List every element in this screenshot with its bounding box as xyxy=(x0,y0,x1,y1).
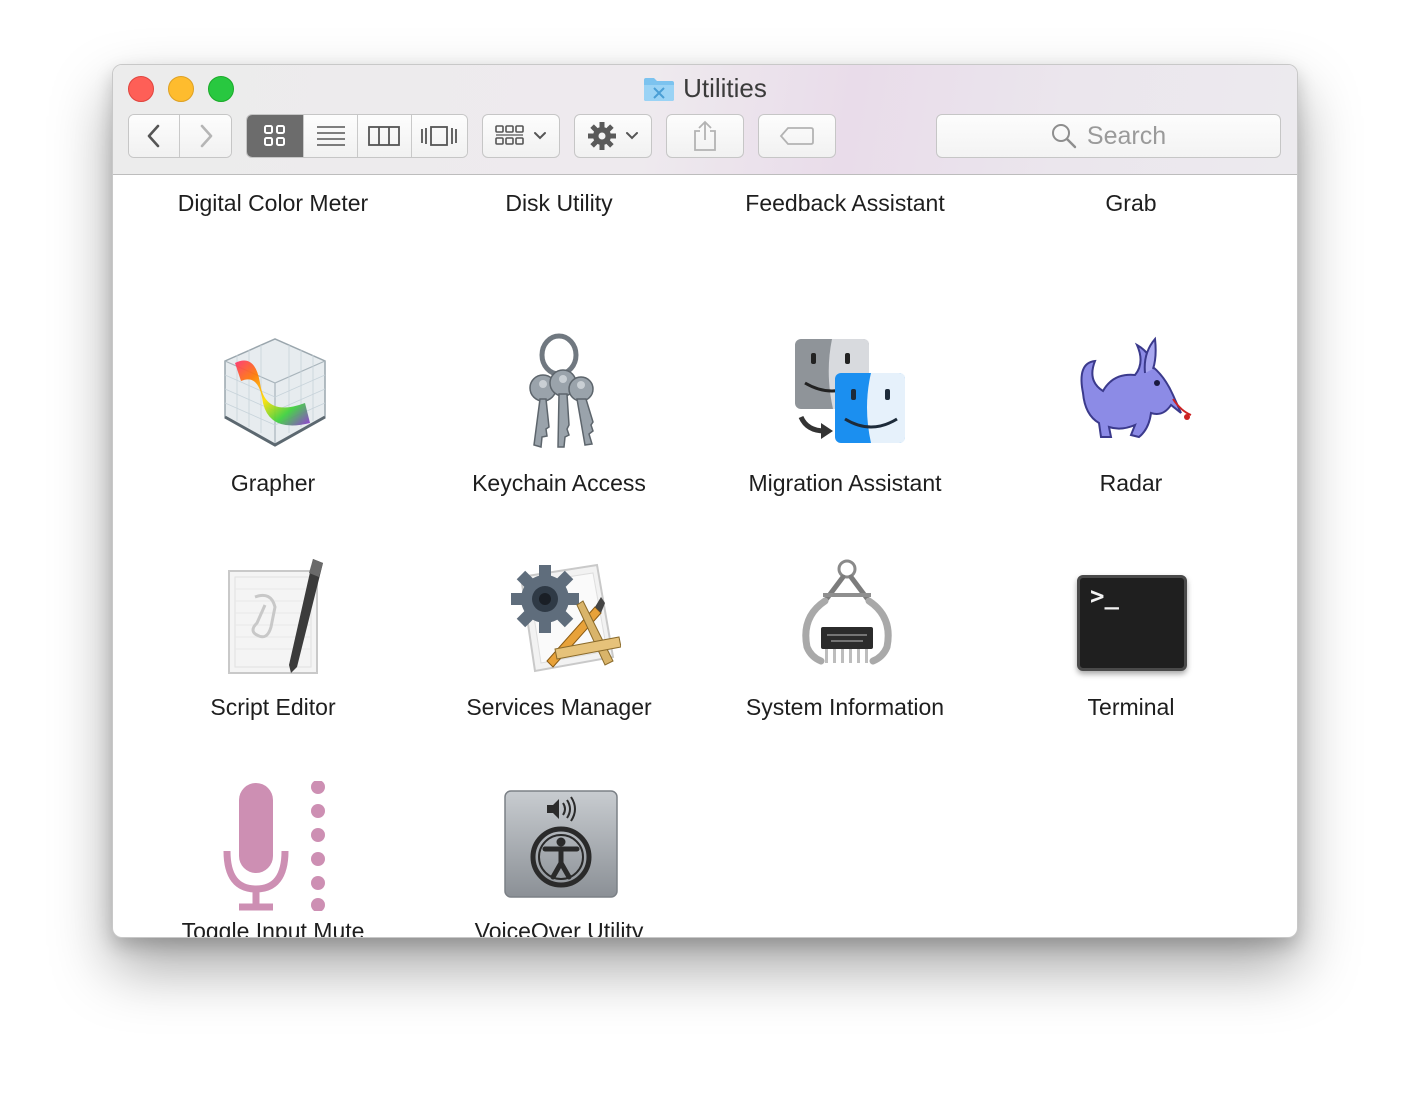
app-label: Terminal xyxy=(1087,694,1175,720)
arrange-button[interactable] xyxy=(482,114,560,158)
column-view-button[interactable] xyxy=(358,115,412,157)
search-icon xyxy=(1051,124,1077,149)
column-view-icon xyxy=(368,126,401,146)
app-label: Migration Assistant xyxy=(748,470,942,496)
microphone-icon xyxy=(215,780,335,912)
back-button[interactable] xyxy=(129,115,181,157)
app-label: Radar xyxy=(1099,470,1163,496)
chevron-down-icon xyxy=(626,132,638,140)
migration-assistant-icon xyxy=(787,333,907,453)
view-mode-selector xyxy=(246,114,468,158)
app-label: Toggle Input Mute xyxy=(181,918,365,938)
app-label: VoiceOver Utility xyxy=(474,918,644,938)
terminal-icon: >_ xyxy=(1073,557,1193,677)
app-label: System Information xyxy=(745,694,945,720)
app-label: Disk Utility xyxy=(505,190,613,216)
app-label: Feedback Assistant xyxy=(745,190,945,216)
list-view-button[interactable] xyxy=(304,115,358,157)
file-icon-grid: Digital Color Meter Disk Utility Feedbac… xyxy=(113,175,1297,937)
keychain-access-icon xyxy=(501,333,621,453)
app-label: Keychain Access xyxy=(472,470,646,496)
app-label: Script Editor xyxy=(210,694,336,720)
grapher-icon xyxy=(215,333,335,453)
list-view-icon xyxy=(316,126,345,146)
chevron-right-icon xyxy=(200,124,212,148)
gear-icon xyxy=(588,122,616,150)
app-label: Grab xyxy=(1105,190,1157,216)
tag-icon xyxy=(779,127,814,145)
window-title: Utilities xyxy=(113,71,1297,110)
voiceover-utility-icon xyxy=(501,781,621,901)
toolbar: Utilities Search xyxy=(113,65,1297,175)
forward-button[interactable] xyxy=(180,115,231,157)
chevron-down-icon xyxy=(534,132,546,140)
action-button[interactable] xyxy=(574,114,652,158)
tags-button[interactable] xyxy=(758,114,836,158)
chevron-left-icon xyxy=(147,124,160,148)
radar-icon xyxy=(1073,333,1193,453)
icon-view-button[interactable] xyxy=(247,115,305,157)
cover-flow-view-button[interactable] xyxy=(411,115,467,157)
system-information-icon xyxy=(787,557,907,677)
services-manager-icon xyxy=(501,557,622,677)
share-icon xyxy=(694,120,716,151)
app-label: Digital Color Meter xyxy=(177,190,369,216)
arrange-grid-icon xyxy=(495,125,524,145)
cover-flow-icon xyxy=(421,126,458,146)
app-label: Grapher xyxy=(230,470,316,496)
terminal-prompt: >_ xyxy=(1090,582,1119,610)
script-editor-icon xyxy=(215,557,335,677)
icon-view-icon xyxy=(264,125,286,146)
navigation-buttons xyxy=(128,114,232,158)
utilities-folder-icon xyxy=(643,76,675,110)
share-button[interactable] xyxy=(666,114,744,158)
app-label: Services Manager xyxy=(466,694,652,720)
search-field[interactable]: Search xyxy=(936,114,1281,158)
search-placeholder: Search xyxy=(1086,121,1167,150)
finder-window: Utilities Search Digital Color Meter Dis… xyxy=(112,64,1298,938)
window-title-text: Utilities xyxy=(683,73,767,103)
